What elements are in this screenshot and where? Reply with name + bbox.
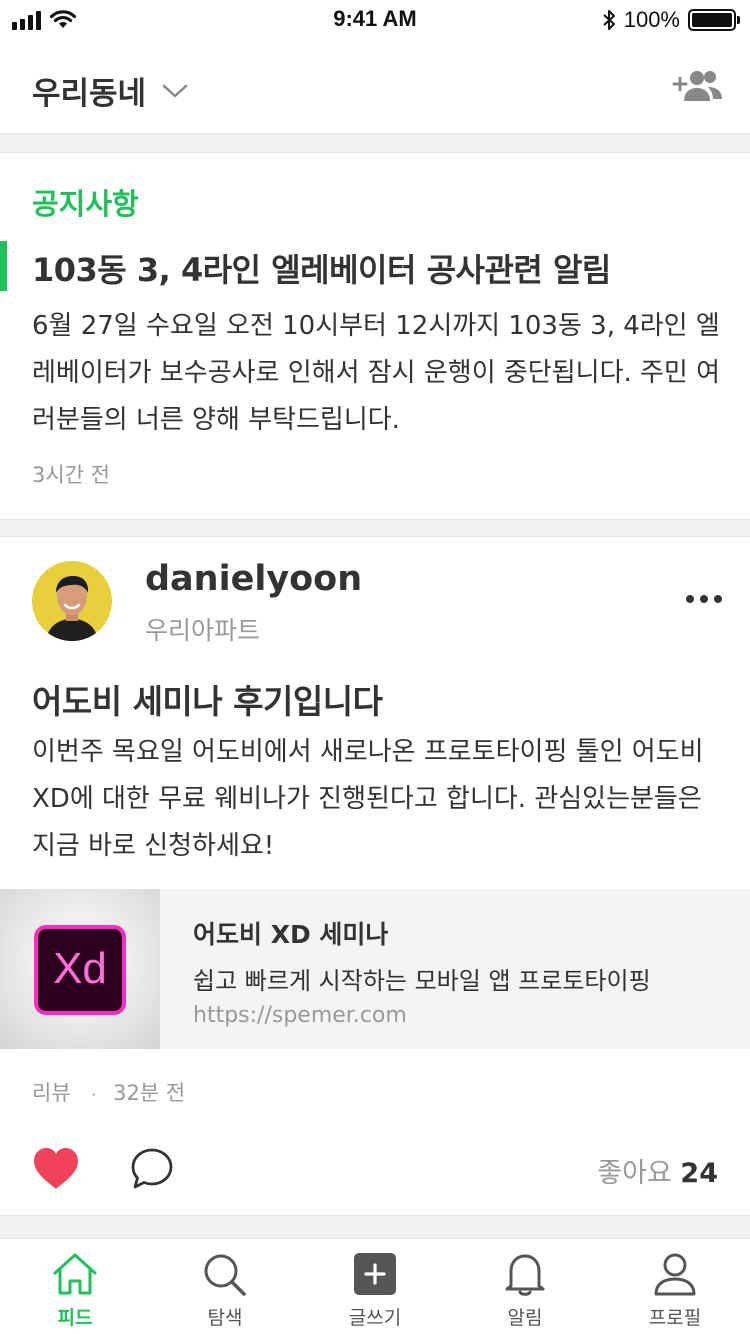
battery-fill bbox=[692, 13, 732, 27]
link-url: https://spemer.com bbox=[193, 1003, 407, 1028]
post-card: danielyoon 우리아파트 어도비 세미나 후기입니다 이번주 목요일 어… bbox=[0, 536, 750, 1216]
link-title: 어도비 XD 세미나 bbox=[193, 920, 389, 949]
tab-search[interactable]: 탐색 bbox=[150, 1239, 300, 1334]
tab-write[interactable]: 글쓰기 bbox=[300, 1239, 450, 1334]
notice-body: 6월 27일 수요일 오전 10시부터 12시까지 103동 3, 4라인 엘레… bbox=[32, 311, 721, 435]
post-title: 어도비 세미나 후기입니다 bbox=[32, 682, 383, 721]
more-options-icon[interactable] bbox=[686, 595, 722, 603]
tab-feed-label: 피드 bbox=[57, 1307, 93, 1329]
avatar-portrait bbox=[46, 576, 98, 641]
likes-number: 24 bbox=[680, 1158, 718, 1189]
author-name[interactable]: danielyoon bbox=[145, 559, 362, 599]
status-bar: 9:41 AM 100% bbox=[0, 0, 750, 40]
tab-notifications-label: 알림 bbox=[507, 1307, 543, 1329]
battery-percent: 100% bbox=[623, 7, 680, 32]
tab-feed[interactable]: 피드 bbox=[0, 1239, 150, 1334]
post-body: 이번주 목요일 어도비에서 새로나온 프로토타이핑 툴인 어도비 XD에 대한 … bbox=[32, 737, 704, 861]
likes-label: 좋아요 bbox=[597, 1158, 672, 1189]
author-location: 우리아파트 bbox=[145, 616, 261, 645]
header-title: 우리동네 bbox=[32, 76, 147, 112]
home-icon bbox=[53, 1253, 97, 1295]
status-right: 100% bbox=[602, 7, 740, 33]
tab-notifications[interactable]: 알림 bbox=[450, 1239, 600, 1334]
post-meta: 리뷰 · 32분 전 bbox=[32, 1077, 185, 1107]
notice-accent-bar bbox=[0, 241, 7, 291]
notice-card[interactable]: 공지사항 103동 3, 4라인 엘레베이터 공사관련 알림 6월 27일 수요… bbox=[0, 152, 750, 520]
heart-icon[interactable] bbox=[32, 1147, 80, 1191]
chevron-down-icon bbox=[162, 84, 188, 97]
comment-icon[interactable] bbox=[130, 1147, 174, 1191]
bottom-tab-bar: 피드 탐색 글쓰기 알림 프로필 bbox=[0, 1238, 750, 1334]
tab-search-label: 탐색 bbox=[207, 1307, 243, 1329]
bluetooth-icon bbox=[603, 10, 615, 30]
neighborhood-selector[interactable]: 우리동네 bbox=[32, 68, 188, 113]
link-thumbnail: Xd bbox=[0, 889, 160, 1049]
post-category: 리뷰 bbox=[32, 1081, 71, 1105]
post-time: 32분 전 bbox=[113, 1081, 186, 1105]
notice-time: 3시간 전 bbox=[32, 463, 110, 487]
link-description: 쉽고 빠르게 시작하는 모바일 앱 프로토타이핑 bbox=[193, 967, 651, 995]
adobe-xd-logo: Xd bbox=[34, 925, 126, 1015]
tab-profile-label: 프로필 bbox=[648, 1307, 702, 1329]
tab-write-label: 글쓰기 bbox=[348, 1307, 402, 1329]
profile-icon bbox=[654, 1253, 696, 1296]
app-header: 우리동네 bbox=[0, 40, 750, 134]
avatar[interactable] bbox=[32, 561, 112, 641]
write-icon bbox=[354, 1253, 396, 1295]
meta-separator: · bbox=[91, 1085, 97, 1104]
like-count: 좋아요 24 bbox=[597, 1151, 718, 1190]
notice-title: 103동 3, 4라인 엘레베이터 공사관련 알림 bbox=[32, 251, 611, 289]
notice-label: 공지사항 bbox=[32, 187, 139, 221]
search-icon bbox=[204, 1254, 246, 1296]
tab-profile[interactable]: 프로필 bbox=[600, 1239, 750, 1334]
link-preview-card[interactable]: Xd 어도비 XD 세미나 쉽고 빠르게 시작하는 모바일 앱 프로토타이핑 h… bbox=[0, 889, 750, 1049]
bell-icon bbox=[505, 1254, 545, 1296]
add-friend-icon[interactable] bbox=[672, 68, 724, 104]
battery-icon bbox=[688, 9, 740, 31]
